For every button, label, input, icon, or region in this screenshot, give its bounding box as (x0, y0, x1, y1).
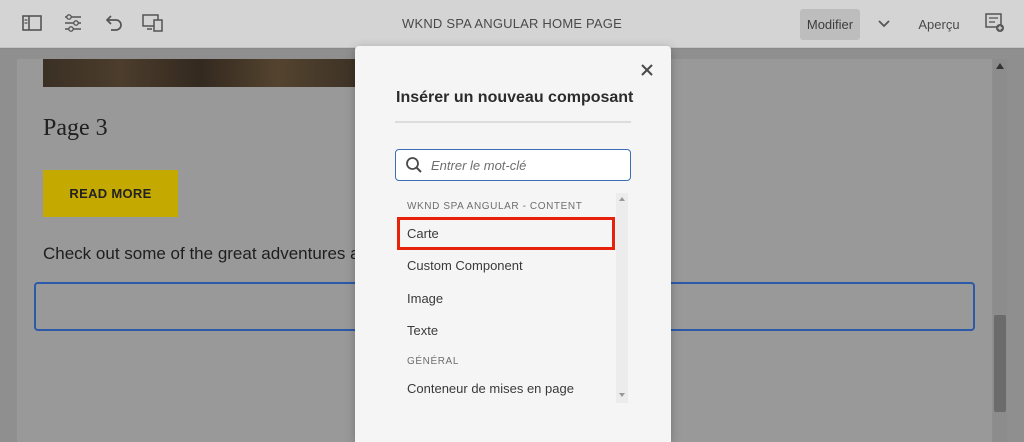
page-heading: Page 3 (43, 115, 108, 141)
emulator-icon[interactable] (142, 12, 164, 34)
annotations-icon[interactable] (984, 12, 1006, 34)
undo-icon[interactable] (102, 12, 124, 34)
group-header-general: GÉNÉRAL (407, 356, 459, 367)
modifier-button[interactable]: Modifier (800, 9, 860, 40)
read-more-button[interactable]: READ MORE (43, 170, 178, 217)
component-item-layout-container[interactable]: Conteneur de mises en page (399, 373, 613, 403)
chevron-down-icon[interactable] (874, 14, 894, 34)
component-item-custom-component[interactable]: Custom Component (399, 250, 613, 280)
dialog-title: Insérer un nouveau composant (396, 89, 634, 106)
search-input[interactable] (431, 154, 626, 176)
group-header-content: WKND SPA ANGULAR - CONTENT (407, 201, 583, 212)
list-scroll-up-icon[interactable] (619, 197, 625, 201)
dialog-divider (395, 121, 631, 123)
component-item-image[interactable]: Image (399, 283, 613, 313)
scroll-thumb[interactable] (994, 315, 1006, 412)
list-scroll-down-icon[interactable] (619, 393, 625, 397)
component-list-scrollbar[interactable] (616, 193, 628, 403)
page-properties-icon[interactable] (62, 12, 84, 34)
search-icon (405, 156, 423, 174)
page-title-text: WKND SPA ANGULAR HOME PAGE (402, 16, 622, 31)
page-body-text: Check out some of the great adventures a (43, 244, 355, 263)
close-icon[interactable] (637, 60, 657, 80)
component-item-texte[interactable]: Texte (399, 315, 613, 345)
scroll-up-arrow-icon[interactable] (996, 63, 1004, 69)
apercu-button[interactable]: Aperçu (912, 9, 966, 40)
hero-image (43, 59, 356, 87)
component-item-carte[interactable]: Carte (399, 218, 613, 248)
side-panel-icon[interactable] (21, 12, 43, 34)
